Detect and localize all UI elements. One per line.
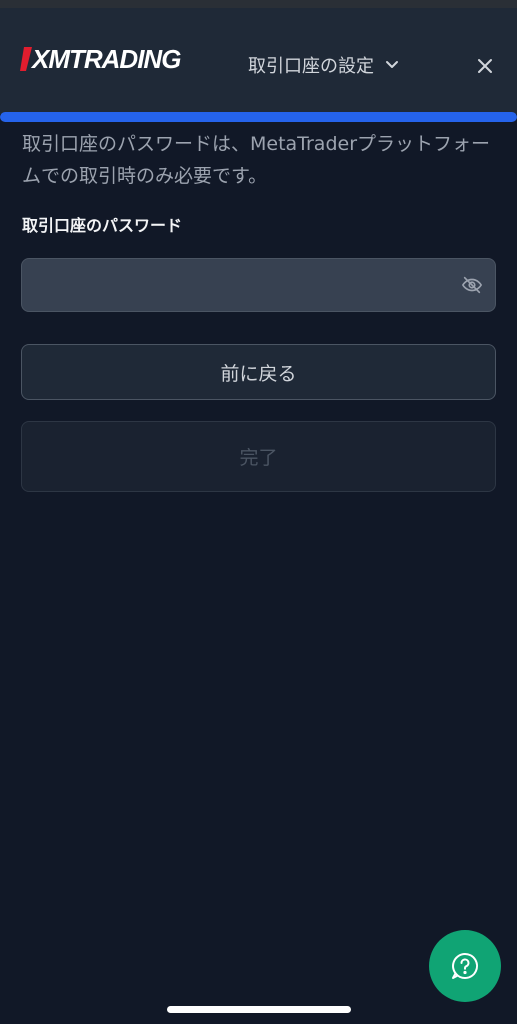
eye-off-icon [462, 276, 482, 294]
password-input[interactable] [36, 259, 460, 313]
close-icon [478, 59, 492, 73]
logo-mark-icon [20, 47, 32, 71]
header: XMTRADING 取引口座の設定 [0, 8, 517, 114]
status-bar-edge [0, 0, 517, 8]
close-button[interactable] [473, 54, 497, 78]
home-indicator [167, 1006, 351, 1013]
logo-text: XMTRADING [32, 43, 181, 74]
xmtrading-logo: XMTRADING [20, 43, 181, 74]
toggle-password-visibility-button[interactable] [459, 272, 485, 298]
help-button[interactable] [429, 930, 501, 1002]
done-button[interactable]: 完了 [21, 421, 496, 492]
chevron-down-icon [386, 61, 398, 68]
account-settings-dropdown[interactable]: 取引口座の設定 [248, 52, 400, 78]
password-field [21, 258, 496, 313]
password-label: 取引口座のパスワード [22, 216, 183, 235]
help-icon [452, 953, 478, 979]
back-button[interactable]: 前に戻る [21, 344, 496, 400]
app-frame: XMTRADING 取引口座の設定 取引口座のパスワードは、MetaTrader… [0, 0, 517, 1024]
password-description: 取引口座のパスワードは、MetaTraderプラットフォームでの取引時のみ必要で… [22, 133, 491, 187]
header-title: 取引口座の設定 [248, 56, 374, 77]
progress-bar-fill [0, 112, 517, 122]
progress-bar [0, 112, 517, 122]
